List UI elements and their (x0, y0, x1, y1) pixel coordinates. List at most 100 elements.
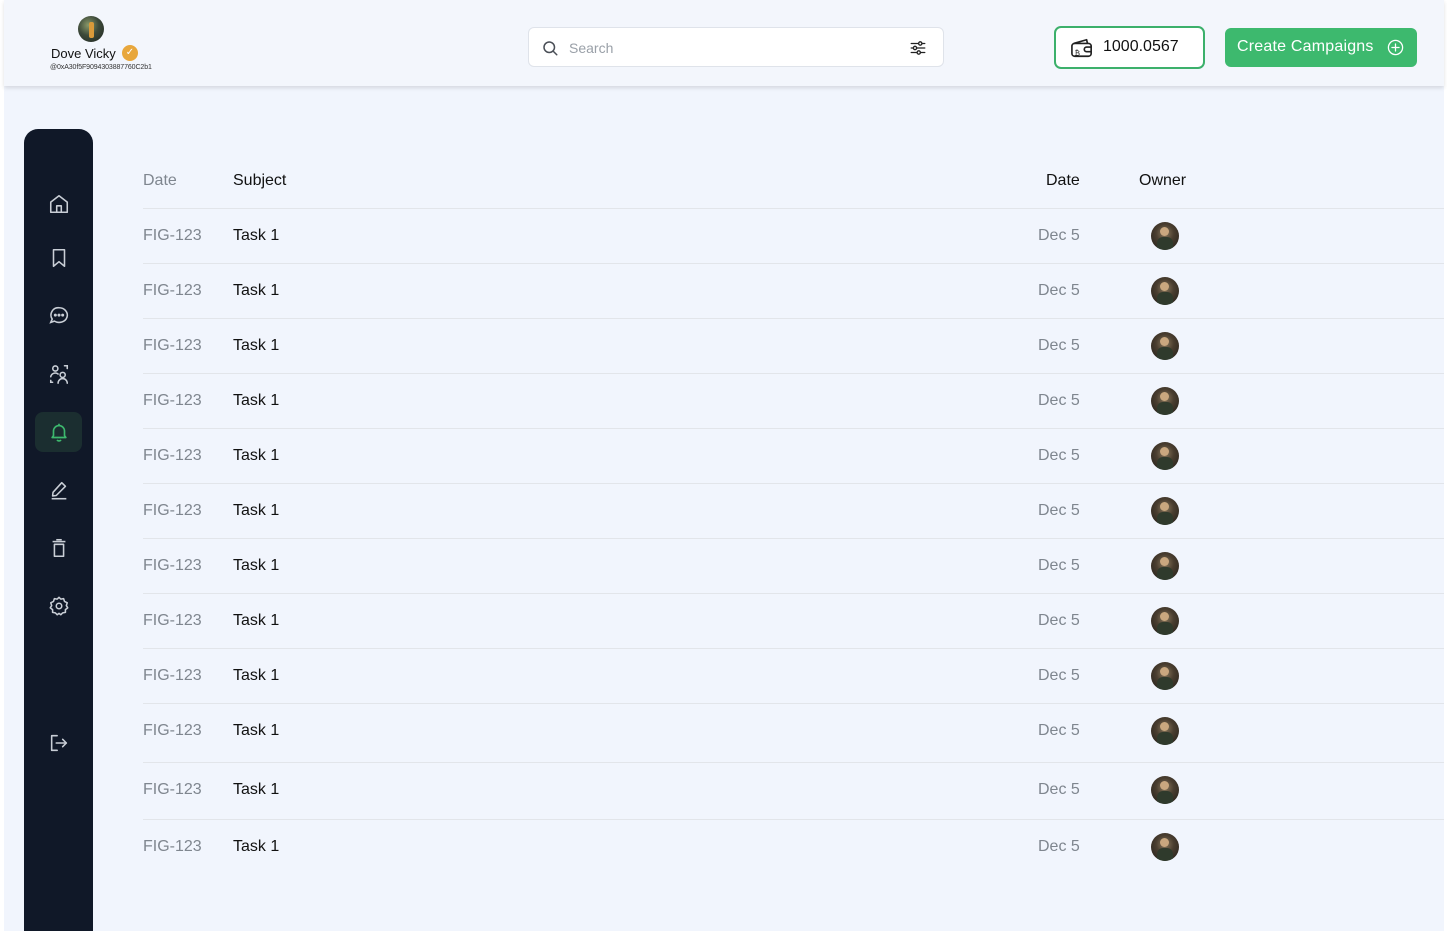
owner-avatar[interactable] (1151, 332, 1179, 360)
wallet-balance[interactable]: ₿ 1000.0567 (1054, 26, 1205, 69)
header-date[interactable]: Date (1046, 172, 1080, 190)
task-subject: Task 1 (233, 227, 280, 244)
sidebar-item-settings[interactable] (35, 586, 82, 626)
app-root: Dove Vicky ✓ @0xA30f5F9094303887760C2b1 … (4, 0, 1444, 931)
edit-icon (51, 481, 66, 500)
owner-avatar[interactable] (1151, 833, 1179, 861)
sidebar-item-users[interactable] (35, 354, 82, 394)
sidebar-item-notifications[interactable] (35, 412, 82, 452)
owner-avatar[interactable] (1151, 442, 1179, 470)
profile-handle: @0xA30f5F9094303887760C2b1 (50, 64, 152, 71)
task-id: FIG-123 (143, 667, 202, 684)
create-campaigns-label: Create Campaigns (1237, 38, 1374, 55)
create-campaigns-button[interactable]: Create Campaigns (1225, 28, 1417, 67)
filter-icon[interactable] (909, 39, 927, 57)
task-subject: Task 1 (233, 781, 280, 798)
table-row[interactable]: FIG-123 Task 1 Dec 5 (143, 319, 1444, 374)
bookmark-icon (52, 248, 65, 268)
owner-avatar[interactable] (1151, 222, 1179, 250)
task-date: Dec 5 (1038, 337, 1080, 354)
top-bar: Dove Vicky ✓ @0xA30f5F9094303887760C2b1 … (4, 0, 1444, 86)
home-icon (49, 194, 68, 214)
header-subject[interactable]: Subject (233, 172, 286, 190)
task-date: Dec 5 (1038, 722, 1080, 739)
table-row[interactable]: FIG-123 Task 1 Dec 5 (143, 429, 1444, 484)
avatar[interactable] (78, 16, 104, 42)
chat-icon (48, 306, 68, 324)
task-subject: Task 1 (233, 447, 280, 464)
task-id: FIG-123 (143, 392, 202, 409)
owner-avatar[interactable] (1151, 776, 1179, 804)
owner-avatar[interactable] (1151, 662, 1179, 690)
trash-icon (52, 538, 65, 558)
owner-avatar[interactable] (1151, 387, 1179, 415)
sidebar-item-messages[interactable] (35, 296, 82, 336)
task-subject: Task 1 (233, 838, 280, 855)
table-row[interactable]: FIG-123 Task 1 Dec 5 (143, 594, 1444, 649)
tasks-table: Date Subject Date Owner FIG-123 Task 1 D… (143, 153, 1444, 875)
task-date: Dec 5 (1038, 282, 1080, 299)
task-id: FIG-123 (143, 502, 202, 519)
owner-avatar[interactable] (1151, 607, 1179, 635)
task-subject: Task 1 (233, 557, 280, 574)
task-id: FIG-123 (143, 722, 202, 739)
sidebar (24, 129, 93, 931)
task-id: FIG-123 (143, 838, 202, 855)
task-id: FIG-123 (143, 781, 202, 798)
task-date: Dec 5 (1038, 557, 1080, 574)
task-subject: Task 1 (233, 392, 280, 409)
task-subject: Task 1 (233, 337, 280, 354)
task-id: FIG-123 (143, 282, 202, 299)
task-date: Dec 5 (1038, 838, 1080, 855)
task-id: FIG-123 (143, 557, 202, 574)
wallet-icon: ₿ (1071, 38, 1092, 57)
task-date: Dec 5 (1038, 502, 1080, 519)
task-subject: Task 1 (233, 667, 280, 684)
profile-name: Dove Vicky (51, 46, 116, 61)
task-id: FIG-123 (143, 447, 202, 464)
task-subject: Task 1 (233, 502, 280, 519)
task-subject: Task 1 (233, 722, 280, 739)
users-icon (49, 364, 68, 384)
task-date: Dec 5 (1038, 612, 1080, 629)
table-row[interactable]: FIG-123 Task 1 Dec 5 (143, 649, 1444, 704)
owner-avatar[interactable] (1151, 717, 1179, 745)
owner-avatar[interactable] (1151, 497, 1179, 525)
owner-avatar[interactable] (1151, 552, 1179, 580)
plus-circle-icon (1387, 39, 1404, 56)
table-row[interactable]: FIG-123 Task 1 Dec 5 (143, 539, 1444, 594)
task-id: FIG-123 (143, 337, 202, 354)
table-row[interactable]: FIG-123 Task 1 Dec 5 (143, 209, 1444, 264)
task-date: Dec 5 (1038, 392, 1080, 409)
search-bar (528, 27, 944, 67)
logout-icon (50, 734, 67, 752)
sidebar-item-home[interactable] (35, 184, 82, 224)
table-row[interactable]: FIG-123 Task 1 Dec 5 (143, 704, 1444, 763)
table-row[interactable]: FIG-123 Task 1 Dec 5 (143, 374, 1444, 429)
header-date-id[interactable]: Date (143, 172, 177, 190)
sidebar-item-logout[interactable] (35, 723, 82, 763)
balance-value: 1000.0567 (1103, 38, 1179, 55)
svg-text:₿: ₿ (1075, 48, 1081, 57)
task-subject: Task 1 (233, 612, 280, 629)
search-input[interactable] (569, 36, 889, 60)
search-icon (543, 41, 558, 56)
task-date: Dec 5 (1038, 447, 1080, 464)
task-id: FIG-123 (143, 612, 202, 629)
table-row[interactable]: FIG-123 Task 1 Dec 5 (143, 763, 1444, 820)
header-owner[interactable]: Owner (1139, 172, 1186, 190)
task-date: Dec 5 (1038, 227, 1080, 244)
task-date: Dec 5 (1038, 781, 1080, 798)
table-header: Date Subject Date Owner (143, 153, 1444, 209)
user-profile[interactable]: Dove Vicky ✓ @0xA30f5F9094303887760C2b1 (50, 14, 190, 74)
table-row[interactable]: FIG-123 Task 1 Dec 5 (143, 820, 1444, 875)
owner-avatar[interactable] (1151, 277, 1179, 305)
sidebar-item-trash[interactable] (35, 528, 82, 568)
verified-icon: ✓ (122, 45, 138, 61)
sidebar-item-bookmarks[interactable] (35, 238, 82, 278)
table-row[interactable]: FIG-123 Task 1 Dec 5 (143, 484, 1444, 539)
gear-icon (49, 596, 68, 616)
task-date: Dec 5 (1038, 667, 1080, 684)
table-row[interactable]: FIG-123 Task 1 Dec 5 (143, 264, 1444, 319)
sidebar-item-edit[interactable] (35, 470, 82, 510)
